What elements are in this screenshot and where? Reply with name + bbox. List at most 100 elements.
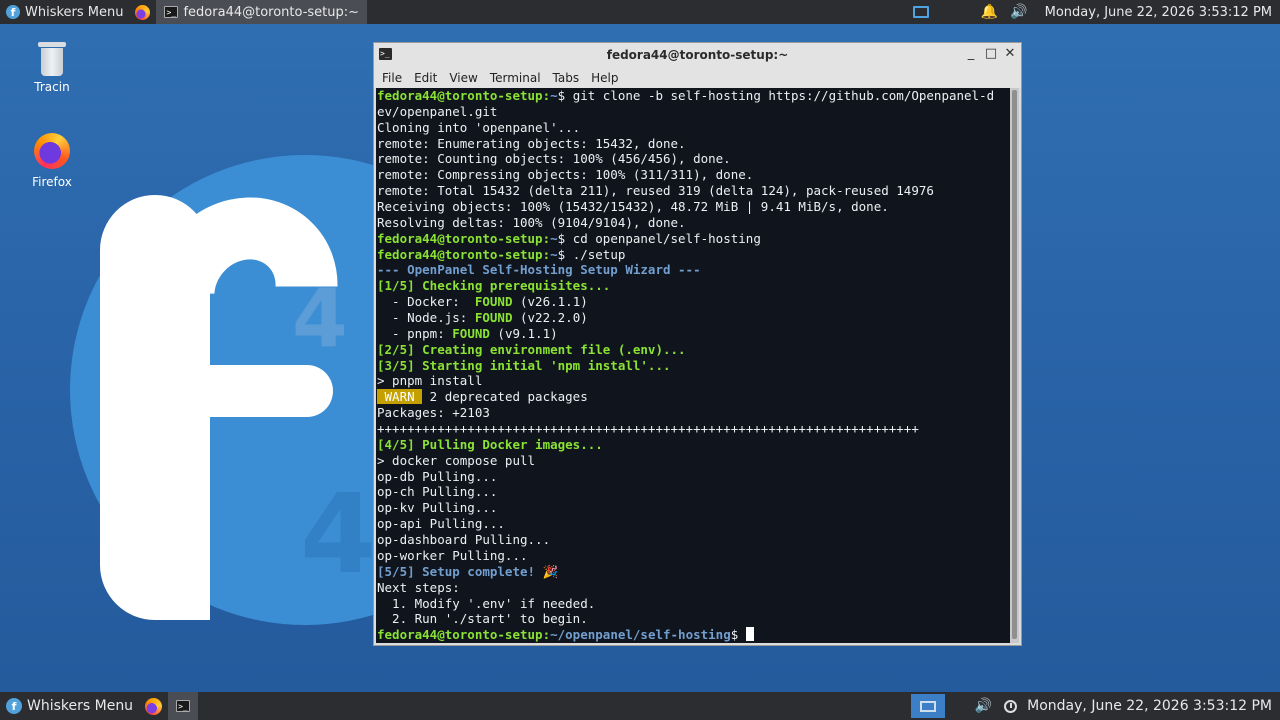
output-text: (v22.2.0) <box>512 310 588 326</box>
terminal-lines: fedora44@toronto-setup:~$ git clone -b s… <box>377 88 1019 643</box>
terminal-line: Cloning into 'openpanel'... <box>377 120 1019 136</box>
bottom-panel: f Whiskers Menu >_ 🔊 Monday, June 22, 20… <box>0 692 1280 720</box>
output-text: Packages: +2103 <box>377 405 490 421</box>
terminal-line: ev/openpanel.git <box>377 104 1019 120</box>
whiskers-menu-button[interactable]: f Whiskers Menu <box>0 692 139 720</box>
output-text: - pnpm: <box>377 325 453 341</box>
desktop-icon <box>919 700 936 712</box>
menu-help[interactable]: Help <box>585 71 624 85</box>
speaker-icon: 🔊 <box>974 698 993 714</box>
terminal-line: [1/5] Checking prerequisites... <box>377 278 1019 294</box>
menu-terminal[interactable]: Terminal <box>484 71 547 85</box>
desktop-icon-label: Tracin <box>34 80 70 94</box>
terminal-line: fedora44@toronto-setup:~$ cd openpanel/s… <box>377 231 1019 247</box>
terminal-scrollbar[interactable] <box>1010 88 1019 643</box>
clock[interactable]: Monday, June 22, 2026 3:53:12 PM <box>1034 0 1280 24</box>
terminal-output[interactable]: fedora44@toronto-setup:~$ git clone -b s… <box>376 88 1019 643</box>
maximize-button[interactable]: □ <box>983 46 999 61</box>
menu-view[interactable]: View <box>443 71 483 85</box>
monitor-icon <box>912 6 929 18</box>
terminal-line: > pnpm install <box>377 373 1019 389</box>
terminal-line: op-dashboard Pulling... <box>377 532 1019 548</box>
clock-label: Monday, June 22, 2026 3:53:12 PM <box>1044 4 1272 20</box>
terminal-line: - pnpm: FOUND (v9.1.1) <box>377 326 1019 342</box>
window-titlebar[interactable]: >_ fedora44@toronto-setup:~ _ □ ✕ <box>374 43 1021 67</box>
firefox-icon <box>34 133 70 169</box>
output-text: 1. Modify '.env' if needed. <box>377 595 596 611</box>
output-text: remote: Enumerating objects: 15432, done… <box>377 135 686 151</box>
terminal-line: Packages: +2103 <box>377 405 1019 421</box>
terminal-line: [2/5] Creating environment file (.env)..… <box>377 342 1019 358</box>
bell-icon: 🔔 <box>980 4 999 20</box>
prompt-path: ~/openpanel/self-hosting <box>550 627 731 643</box>
warn-badge: WARN <box>377 389 423 405</box>
terminal-line: fedora44@toronto-setup:~$ ./setup <box>377 247 1019 263</box>
output-text: op-dashboard Pulling... <box>377 532 551 548</box>
clock[interactable]: Monday, June 22, 2026 3:53:12 PM <box>998 692 1280 720</box>
output-heading: [5/5] Setup complete! <box>377 563 543 579</box>
output-text: op-api Pulling... <box>377 516 505 532</box>
taskbar-terminal-label: fedora44@toronto-setup:~ <box>183 4 360 20</box>
minimize-button[interactable]: _ <box>963 46 979 61</box>
show-desktop-button[interactable] <box>910 694 945 718</box>
taskbar-terminal-button[interactable]: >_ <box>168 692 199 720</box>
output-text: ++++++++++++++++++++++++++++++++++++++++… <box>377 421 919 437</box>
close-button[interactable]: ✕ <box>1002 46 1018 61</box>
terminal-line: 1. Modify '.env' if needed. <box>377 596 1019 612</box>
window-title: fedora44@toronto-setup:~ <box>606 48 789 62</box>
prompt-separator: : <box>542 230 551 246</box>
terminal-line: op-db Pulling... <box>377 469 1019 485</box>
prompt-user: fedora44@toronto-setup <box>377 627 543 643</box>
output-text: op-kv Pulling... <box>377 500 498 516</box>
terminal-window: >_ fedora44@toronto-setup:~ _ □ ✕ File E… <box>373 42 1022 646</box>
terminal-line: [5/5] Setup complete! 🎉 <box>377 564 1019 580</box>
output-text: (v26.1.1) <box>512 294 588 310</box>
volume-button[interactable]: 🔊 <box>1004 0 1033 24</box>
output-step: [3/5] Starting initial 'npm install'... <box>377 357 671 373</box>
output-text: 2 deprecated packages <box>422 389 588 405</box>
menu-tabs[interactable]: Tabs <box>547 71 586 85</box>
workspace-switcher[interactable] <box>899 0 943 24</box>
spacer-area <box>943 0 975 24</box>
whiskers-menu-button[interactable]: f Whiskers Menu <box>0 0 129 24</box>
prompt-separator: : <box>542 88 551 103</box>
terminal-line: remote: Enumerating objects: 15432, done… <box>377 136 1019 152</box>
desktop-icon-firefox[interactable]: Firefox <box>12 133 92 189</box>
status-found: FOUND <box>452 325 490 341</box>
output-step: [4/5] Pulling Docker images... <box>377 436 603 452</box>
terminal-line: fedora44@toronto-setup:~/openpanel/self-… <box>377 627 1019 643</box>
terminal-line: fedora44@toronto-setup:~$ git clone -b s… <box>377 88 1019 104</box>
output-text: op-db Pulling... <box>377 468 498 484</box>
terminal-line: op-worker Pulling... <box>377 548 1019 564</box>
output-text: 🎉 <box>542 563 559 579</box>
trash-icon <box>38 40 66 76</box>
volume-button[interactable]: 🔊 <box>945 692 998 720</box>
menu-edit[interactable]: Edit <box>408 71 443 85</box>
prompt-path: ~ <box>550 230 558 246</box>
notifications-button[interactable]: 🔔 <box>975 0 1004 24</box>
terminal-line: remote: Compressing objects: 100% (311/3… <box>377 167 1019 183</box>
output-heading: --- OpenPanel Self-Hosting Setup Wizard … <box>377 262 701 278</box>
output-text: 2. Run './start' to begin. <box>377 611 588 627</box>
firefox-icon <box>145 697 163 715</box>
prompt-separator: : <box>542 627 551 643</box>
prompt-separator: : <box>542 246 551 262</box>
terminal-line: > docker compose pull <box>377 453 1019 469</box>
terminal-line: op-api Pulling... <box>377 516 1019 532</box>
prompt-user: fedora44@toronto-setup <box>377 246 543 262</box>
menu-file[interactable]: File <box>376 71 408 85</box>
whiskers-menu-label: Whiskers Menu <box>25 4 124 20</box>
command-text: git clone -b self-hosting https://github… <box>565 88 995 103</box>
clock-icon <box>1004 699 1018 713</box>
terminal-line: op-ch Pulling... <box>377 484 1019 500</box>
taskbar-terminal-button[interactable]: >_ fedora44@toronto-setup:~ <box>156 0 368 24</box>
desktop-icon-trash[interactable]: Tracin <box>12 40 92 94</box>
output-text: Cloning into 'openpanel'... <box>377 119 581 135</box>
status-found: FOUND <box>474 310 513 326</box>
firefox-launcher[interactable] <box>139 692 168 720</box>
firefox-launcher[interactable] <box>129 0 156 24</box>
text-cursor <box>745 627 754 642</box>
terminal-line: 2. Run './start' to begin. <box>377 611 1019 627</box>
terminal-line: Resolving deltas: 100% (9104/9104), done… <box>377 215 1019 231</box>
fedora-logo-bar <box>140 365 333 417</box>
